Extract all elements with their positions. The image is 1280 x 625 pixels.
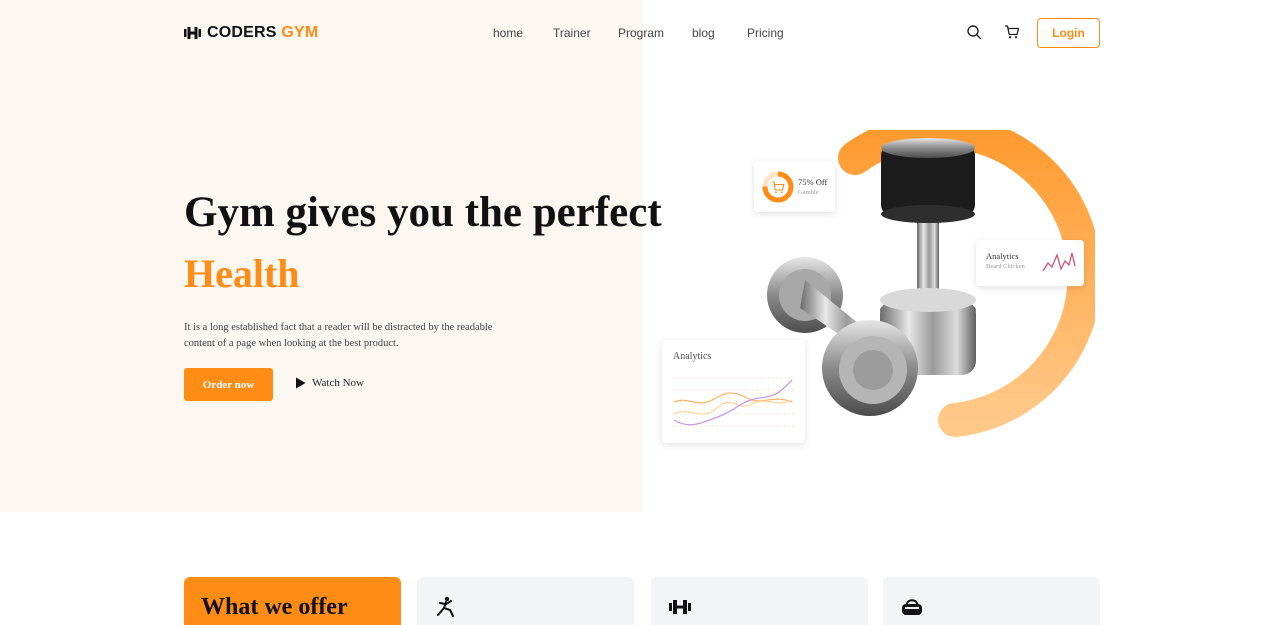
- hero-title: Gym gives you the perfect: [184, 189, 662, 236]
- nav-trainer[interactable]: Trainer: [553, 26, 591, 40]
- play-icon: [296, 377, 306, 389]
- offer-card-main: What we offer: [184, 577, 401, 625]
- hero-background: [0, 0, 642, 512]
- nav-blog[interactable]: blog: [692, 26, 715, 40]
- logo-accent-text: GYM: [281, 24, 319, 41]
- analytics-mini-title: Analytics: [986, 251, 1019, 261]
- analytics-card: Analytics: [662, 340, 805, 443]
- discount-card: 75% Off Gamble: [754, 162, 835, 212]
- offer-card-3[interactable]: [883, 577, 1100, 625]
- watch-now-button[interactable]: Watch Now: [295, 377, 364, 389]
- dumbbell-icon: [669, 600, 691, 614]
- hero-illustration: 75% Off Gamble Analytics Beard Chicken A…: [655, 130, 1095, 450]
- analytics-mini-card: Analytics Beard Chicken: [976, 240, 1084, 286]
- nav-home[interactable]: home: [493, 26, 523, 40]
- nav-program[interactable]: Program: [618, 26, 664, 40]
- login-button[interactable]: Login: [1037, 18, 1100, 48]
- discount-title: 75% Off: [798, 177, 828, 187]
- offer-title: What we offer: [201, 594, 348, 620]
- stretching-person-icon: [437, 596, 454, 617]
- offer-card-1[interactable]: [417, 577, 634, 625]
- offer-card-2[interactable]: [651, 577, 868, 625]
- analytics-title: Analytics: [673, 351, 712, 362]
- analytics-mini-sparkline: [1042, 252, 1076, 272]
- hero-description: It is a long established fact that a rea…: [184, 322, 493, 349]
- logo-text: CODERS: [207, 24, 277, 41]
- hero-accent-title: Health: [184, 251, 300, 296]
- logo[interactable]: CODERS GYM: [184, 23, 318, 43]
- order-now-button[interactable]: Order now: [184, 368, 273, 401]
- cart-icon[interactable]: [1004, 24, 1020, 40]
- search-icon[interactable]: [966, 24, 982, 40]
- dumbbell-icon: [184, 27, 201, 39]
- discount-ring-chart: [762, 171, 794, 203]
- analytics-line-chart: [672, 377, 796, 427]
- analytics-mini-subtitle: Beard Chicken: [986, 263, 1025, 270]
- nav-pricing[interactable]: Pricing: [747, 26, 784, 40]
- gym-bag-icon: [902, 599, 922, 615]
- watch-now-label: Watch Now: [312, 377, 364, 389]
- discount-subtitle: Gamble: [798, 189, 819, 196]
